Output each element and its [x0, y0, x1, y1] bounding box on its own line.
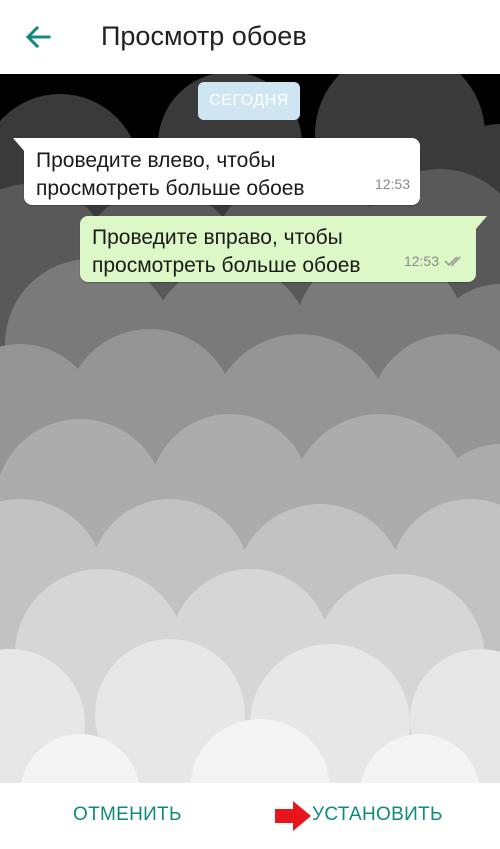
app-bar: Просмотр обоев	[0, 0, 500, 74]
double-check-icon	[444, 256, 461, 267]
incoming-message-text: Проведите влево, чтобы просмотреть больш…	[36, 146, 408, 203]
outgoing-message-bubble: Проведите вправо, чтобы просмотреть боль…	[80, 216, 487, 282]
message-time-text: 12:53	[374, 176, 410, 192]
incoming-message-time: 12:53	[375, 170, 410, 198]
incoming-message-bubble: Проведите влево, чтобы просмотреть больш…	[13, 138, 420, 205]
page-title: Просмотр обоев	[101, 21, 307, 51]
back-button[interactable]	[14, 14, 62, 60]
outgoing-message-time: 12:53	[404, 247, 466, 275]
bubble-tail	[13, 138, 25, 152]
red-arrow-right-icon	[275, 801, 311, 831]
incoming-message-line-2: просмотреть больше обоев	[36, 177, 305, 200]
cancel-button[interactable]: ОТМЕНИТЬ	[73, 804, 182, 826]
bottom-action-bar: ОТМЕНИТЬ УСТАНОВИТЬ	[0, 783, 500, 849]
arrow-left-icon	[25, 25, 51, 49]
set-wallpaper-button[interactable]: УСТАНОВИТЬ	[312, 804, 443, 826]
bubble-tail	[475, 216, 487, 230]
wallpaper-preview[interactable]: СЕГОДНЯ Проведите влево, чтобы просмотре…	[0, 74, 500, 783]
date-chip: СЕГОДНЯ	[198, 82, 300, 120]
message-time-text: 12:53	[403, 253, 439, 269]
incoming-message-line-1: Проведите влево, чтобы	[36, 149, 276, 172]
